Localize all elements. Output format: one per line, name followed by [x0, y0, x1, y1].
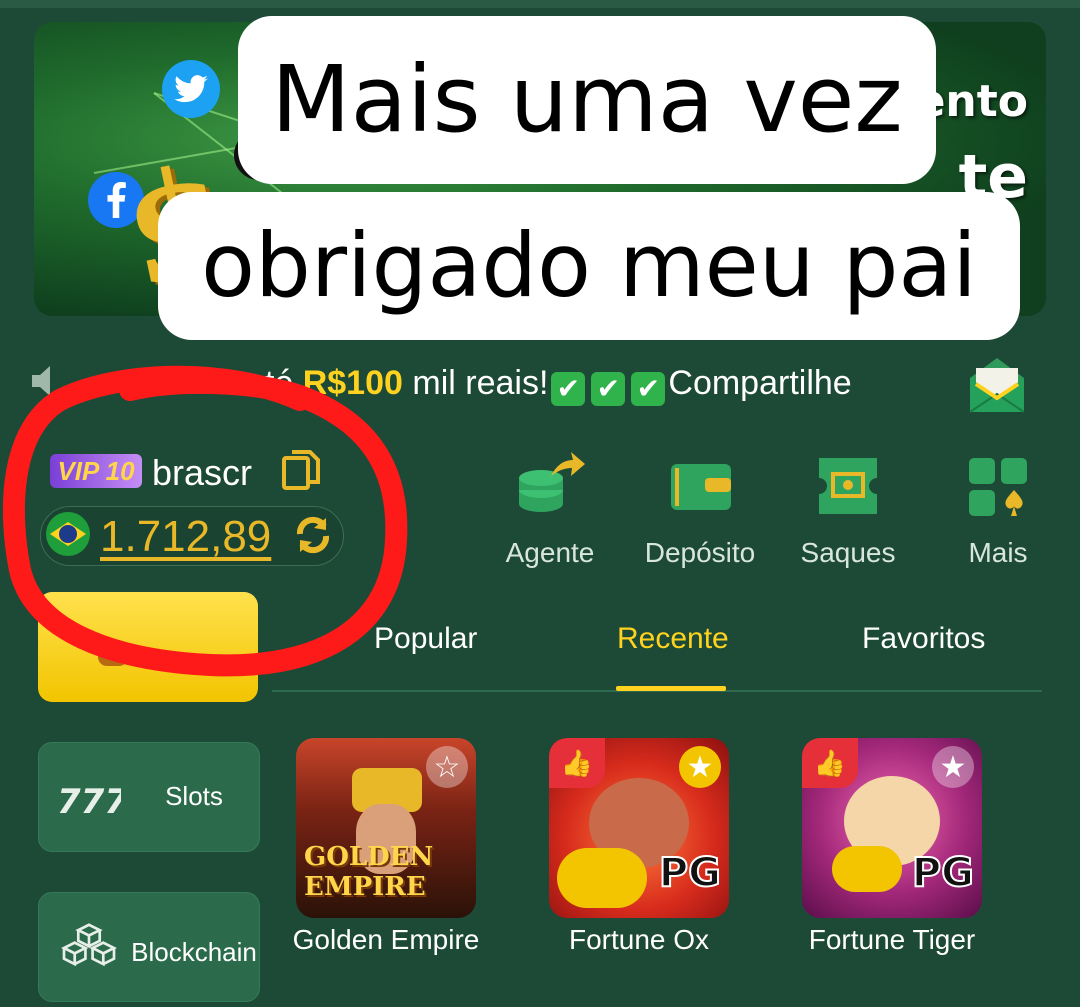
speaker-icon	[32, 366, 50, 396]
promo-button[interactable]	[38, 592, 258, 702]
balance-amount[interactable]: 1.712,89	[100, 512, 271, 562]
more-grid-icon	[969, 458, 1027, 516]
action-agente[interactable]: Agente	[480, 452, 620, 569]
favorite-star-icon[interactable]: ★	[679, 746, 721, 788]
action-label: Mais	[968, 537, 1028, 568]
twitter-icon	[162, 60, 220, 118]
brazil-flag-icon	[46, 512, 90, 556]
svg-text:777: 777	[57, 782, 121, 822]
favorite-star-icon[interactable]: ★	[932, 746, 974, 788]
action-label: Depósito	[644, 537, 756, 568]
caption-line1: Mais uma vez	[238, 16, 936, 184]
marquee-suffix: mil reais!	[402, 364, 549, 402]
category-slots[interactable]: 777 Slots	[38, 742, 260, 852]
marquee-prefix: até	[246, 364, 303, 402]
game-thumbnail[interactable]: 👍 ★ PG	[549, 738, 729, 918]
action-mais[interactable]: Mais	[928, 452, 1068, 569]
wallet-icon	[671, 464, 731, 510]
action-label: Agente	[505, 537, 595, 568]
agent-coins-icon	[519, 452, 585, 512]
provider-logo: PG	[911, 849, 975, 897]
check-icon: ✔	[591, 372, 626, 406]
refresh-icon[interactable]	[292, 514, 334, 556]
top-divider	[0, 0, 1080, 8]
tab-recente[interactable]: Recente	[617, 622, 729, 656]
game-name: Golden Empire	[292, 924, 480, 955]
check-icon: ✔	[631, 372, 666, 406]
category-label: Slots	[165, 781, 223, 812]
favorite-star-icon[interactable]: ☆	[426, 746, 468, 788]
gold-ingot-shape	[557, 848, 647, 908]
check-icon: ✔	[551, 372, 586, 406]
slots-777-icon: 777	[57, 782, 121, 822]
game-logo: GOLDEN EMPIRE	[304, 842, 434, 902]
tab-popular[interactable]: Popular	[374, 622, 477, 656]
marquee-highlight: R$100	[302, 364, 403, 402]
vip-badge: VIP 10	[50, 454, 142, 488]
mail-icon[interactable]	[966, 354, 1028, 416]
tab-favoritos[interactable]: Favoritos	[862, 622, 985, 656]
category-blockchain[interactable]: Blockchain	[38, 892, 260, 1002]
thumbs-up-icon: 👍	[802, 738, 858, 788]
active-tab-indicator	[616, 686, 726, 691]
thumbs-up-icon: 👍	[549, 738, 605, 788]
game-card-golden-empire[interactable]: ☆ GOLDEN EMPIRE Golden Empire	[293, 738, 479, 955]
blockchain-cubes-icon	[61, 923, 117, 967]
game-thumbnail[interactable]: 👍 ★ PG	[802, 738, 982, 918]
category-label: Blockchain	[131, 937, 257, 968]
gold-ingot-shape	[832, 846, 902, 892]
game-card-fortune-ox[interactable]: 👍 ★ PG Fortune Ox	[549, 738, 729, 955]
game-card-fortune-tiger[interactable]: 👍 ★ PG Fortune Tiger	[802, 738, 982, 955]
action-label: Saques	[800, 537, 896, 568]
cash-icon	[819, 458, 877, 514]
provider-logo: PG	[658, 849, 722, 897]
username: brascr	[152, 452, 253, 493]
announcement-marquee: até R$100 mil reais! ✔ ✔ ✔ Compartilhe	[246, 364, 852, 406]
marquee-tail: Compartilhe	[668, 364, 852, 402]
caption-line2: obrigado meu pai	[158, 192, 1020, 340]
copy-icon[interactable]	[280, 448, 322, 492]
action-saques[interactable]: Saques	[778, 452, 918, 569]
action-deposito[interactable]: Depósito	[630, 452, 770, 569]
game-name: Fortune Ox	[568, 924, 710, 955]
game-thumbnail[interactable]: ☆ GOLDEN EMPIRE	[296, 738, 476, 918]
game-name: Fortune Tiger	[808, 924, 976, 955]
